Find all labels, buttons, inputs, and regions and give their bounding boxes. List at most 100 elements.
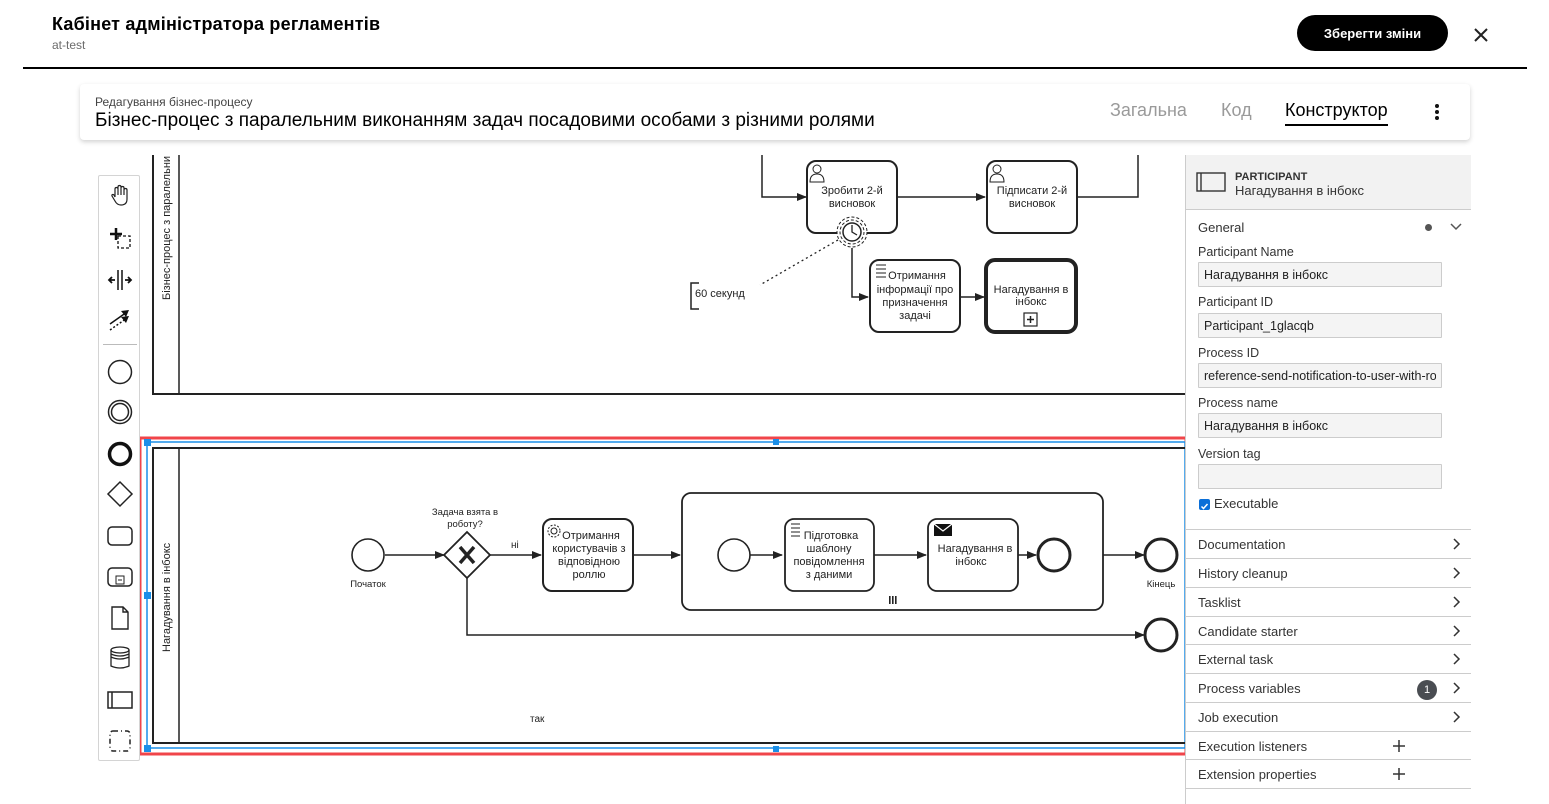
task-label: роллю: [572, 569, 605, 581]
top-bar: Кабінет адміністратора регламентів at-te…: [0, 0, 1549, 70]
exclusive-gateway[interactable]: Задача взята в роботу?: [432, 507, 498, 580]
chevron-right-icon: [1451, 595, 1461, 614]
element-name: Нагадування в інбокс: [1235, 183, 1364, 198]
sequence-flow[interactable]: [1077, 155, 1139, 198]
process-name-input[interactable]: [1198, 413, 1442, 438]
section-execution-listeners[interactable]: Execution listeners: [1186, 731, 1471, 760]
end-event[interactable]: [1143, 617, 1179, 653]
sequence-flow[interactable]: [761, 155, 807, 201]
element-type: PARTICIPANT: [1235, 171, 1308, 183]
parallel-multi-instance-icon: [889, 596, 897, 604]
pool-bottom-label: Нагадування в інбокс: [161, 542, 173, 652]
resize-handle[interactable]: [773, 746, 779, 752]
task-label: Отримання: [888, 270, 946, 282]
section-documentation[interactable]: Documentation: [1186, 529, 1471, 558]
section-history-cleanup[interactable]: History cleanup: [1186, 558, 1471, 587]
data-store-icon[interactable]: [104, 642, 136, 674]
event-label: Початок: [350, 579, 386, 590]
end-event-icon[interactable]: [104, 438, 136, 470]
gateway-icon[interactable]: [104, 478, 136, 510]
envelope-icon: [933, 523, 953, 536]
task-label: висновок: [1009, 198, 1056, 210]
task-label: Отримання: [562, 530, 620, 542]
tab-constructor[interactable]: Конструктор: [1285, 100, 1388, 126]
participant-icon[interactable]: [104, 684, 136, 716]
lasso-tool-icon[interactable]: [104, 222, 136, 254]
chevron-right-icon: [1451, 710, 1461, 729]
service-task[interactable]: Отримання користувачів з відповідною рол…: [542, 518, 634, 592]
call-activity[interactable]: Нагадування в інбокс: [984, 258, 1078, 334]
save-changes-button[interactable]: Зберегти зміни: [1297, 15, 1448, 51]
start-event-icon[interactable]: [104, 356, 136, 388]
data-object-icon[interactable]: [104, 602, 136, 634]
global-connect-tool-icon[interactable]: [104, 304, 136, 336]
task-label: інформації про: [877, 284, 954, 296]
process-id-label: Process ID: [1198, 346, 1260, 360]
event-label: Кінець: [1147, 579, 1176, 590]
version-tag-label: Version tag: [1198, 447, 1261, 461]
send-task[interactable]: Нагадування в інбокс: [927, 518, 1019, 592]
tab-code[interactable]: Код: [1221, 100, 1252, 121]
script-task[interactable]: Отримання інформації про призначення зад…: [869, 259, 961, 333]
plus-icon[interactable]: [1392, 736, 1406, 761]
task-icon[interactable]: [104, 520, 136, 552]
section-candidate-starter[interactable]: Candidate starter: [1186, 616, 1471, 645]
section-label: History cleanup: [1198, 566, 1288, 581]
app-subtitle: at-test: [52, 38, 86, 52]
gateway-label: роботу?: [447, 519, 483, 530]
task-label: шаблону: [807, 543, 852, 555]
text-annotation[interactable]: 60 секунд: [690, 282, 745, 310]
properties-header: PARTICIPANT Нагадування в інбокс: [1186, 155, 1471, 210]
chevron-down-icon[interactable]: [1449, 219, 1463, 238]
intermediate-event-icon[interactable]: [104, 396, 136, 428]
close-icon[interactable]: [1470, 24, 1492, 46]
sequence-flow[interactable]: [851, 248, 869, 301]
chevron-right-icon: [1451, 566, 1461, 585]
header-divider: [23, 67, 1527, 69]
task-label: користувачів з: [552, 543, 625, 555]
section-process-variables[interactable]: Process variables 1: [1186, 673, 1471, 702]
association[interactable]: [759, 239, 839, 286]
participant-name-label: Participant Name: [1198, 245, 1294, 259]
group-general[interactable]: General: [1198, 220, 1244, 235]
version-tag-input[interactable]: [1198, 464, 1442, 489]
section-extension-properties[interactable]: Extension properties: [1186, 759, 1471, 788]
bpmn-canvas[interactable]: Бізнес-процес з паралельни Зробити 2-й в…: [80, 155, 1185, 804]
executable-checkbox[interactable]: [1199, 499, 1210, 510]
end-event[interactable]: Кінець: [1143, 537, 1179, 590]
script-task[interactable]: Підготовка шаблону повідомлення з даними: [784, 518, 875, 592]
space-tool-icon[interactable]: [104, 264, 136, 296]
resize-handle[interactable]: [144, 745, 151, 752]
start-event[interactable]: Початок: [350, 538, 387, 590]
timer-boundary-event[interactable]: [836, 216, 868, 248]
resize-handle[interactable]: [144, 439, 151, 446]
data-indicator-dot: [1425, 224, 1432, 231]
more-vertical-icon[interactable]: [1432, 102, 1442, 122]
flow-label: так: [530, 714, 545, 725]
section-label: Tasklist: [1198, 595, 1241, 610]
section-job-execution[interactable]: Job execution: [1186, 702, 1471, 731]
chevron-right-icon: [1451, 537, 1461, 556]
participant-id-input[interactable]: [1198, 313, 1442, 338]
collapsed-marker-icon: [1023, 312, 1038, 327]
section-label: External task: [1198, 652, 1274, 667]
hand-tool-icon[interactable]: [104, 180, 136, 212]
subprocess-icon[interactable]: [104, 561, 136, 593]
user-task[interactable]: Підписати 2-й висновок: [986, 160, 1078, 234]
plus-icon[interactable]: [1392, 764, 1406, 789]
resize-handle[interactable]: [773, 439, 779, 445]
sub-start-event[interactable]: [717, 538, 751, 572]
section-external-task[interactable]: External task: [1186, 644, 1471, 673]
participant-name-input[interactable]: [1198, 262, 1442, 287]
subprocess[interactable]: Підготовка шаблону повідомлення з даними…: [681, 492, 1104, 611]
tab-general[interactable]: Загальна: [1110, 100, 1187, 121]
group-icon[interactable]: [104, 725, 136, 757]
gateway-label: Задача взята в: [432, 507, 498, 518]
chevron-right-icon: [1451, 681, 1461, 700]
section-tasklist[interactable]: Tasklist: [1186, 587, 1471, 616]
resize-handle[interactable]: [144, 592, 151, 599]
sub-end-event[interactable]: [1036, 537, 1072, 573]
section-label: Extension properties: [1198, 767, 1317, 782]
process-id-input[interactable]: [1198, 363, 1442, 388]
section-label: Execution listeners: [1198, 739, 1308, 754]
